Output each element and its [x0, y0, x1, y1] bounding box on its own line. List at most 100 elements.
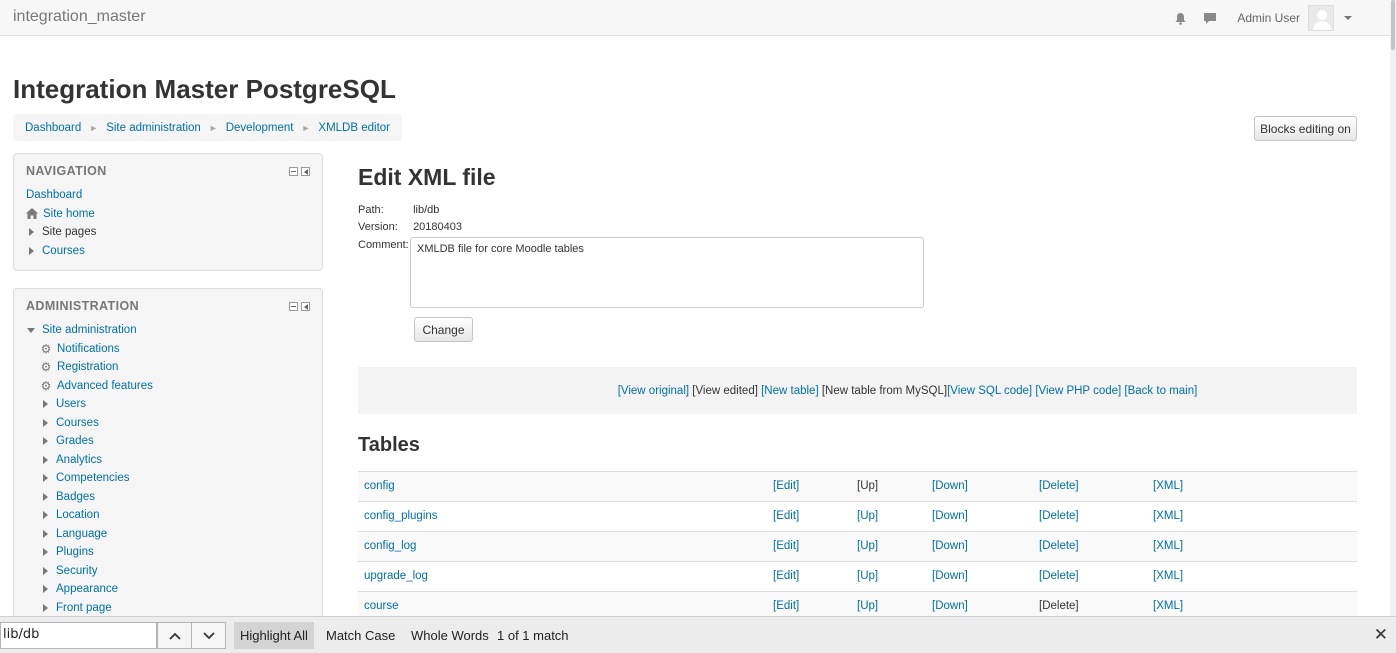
collapse-icon[interactable]: [27, 327, 35, 333]
admin-item-advanced-features[interactable]: ⚙ Advanced features: [26, 377, 153, 396]
admin-item-label[interactable]: Courses: [56, 417, 99, 429]
admin-item-label[interactable]: Site administration: [42, 324, 137, 336]
xml-link[interactable]: [XML]: [1153, 510, 1183, 522]
expand-icon[interactable]: [43, 585, 48, 594]
admin-item-label[interactable]: Advanced features: [57, 380, 153, 392]
new-table-link[interactable]: [New table]: [761, 385, 819, 397]
expand-icon[interactable]: [43, 400, 48, 409]
blocks-editing-button[interactable]: Blocks editing on: [1254, 116, 1357, 141]
minimize-icon[interactable]: [289, 302, 298, 311]
admin-item-notifications[interactable]: ⚙ Notifications: [26, 340, 153, 359]
nav-item-label[interactable]: Courses: [42, 245, 85, 257]
find-input[interactable]: lib/db: [0, 622, 157, 649]
down-link[interactable]: [Down]: [932, 540, 968, 552]
nav-item-courses[interactable]: Courses: [26, 242, 96, 261]
highlight-all-toggle[interactable]: Highlight All: [234, 622, 314, 649]
view-sql-code-link[interactable]: [View SQL code]: [947, 385, 1032, 397]
comment-textarea[interactable]: XMLDB file for core Moodle tables: [410, 237, 924, 308]
edit-link[interactable]: [Edit]: [773, 480, 799, 492]
admin-item-label[interactable]: Users: [56, 398, 86, 410]
xml-link[interactable]: [XML]: [1153, 570, 1183, 582]
nav-item-label[interactable]: Site home: [43, 208, 95, 220]
minimize-icon[interactable]: [289, 167, 298, 176]
breadcrumb-xmldb-editor[interactable]: XMLDB editor: [318, 122, 390, 134]
down-link[interactable]: [Down]: [932, 480, 968, 492]
admin-item-badges[interactable]: Badges: [26, 488, 153, 507]
message-icon[interactable]: [1195, 4, 1225, 32]
table-name-link[interactable]: config_plugins: [364, 510, 438, 522]
edit-link[interactable]: [Edit]: [773, 570, 799, 582]
expand-icon[interactable]: [43, 474, 48, 483]
breadcrumb-development[interactable]: Development: [226, 122, 294, 134]
up-link[interactable]: [Up]: [857, 570, 878, 582]
table-name-link[interactable]: config_log: [364, 540, 416, 552]
view-php-code-link[interactable]: [View PHP code]: [1035, 385, 1121, 397]
nav-item-site-pages[interactable]: Site pages: [26, 223, 96, 242]
admin-item-label[interactable]: Location: [56, 509, 99, 521]
xml-link[interactable]: [XML]: [1153, 600, 1183, 612]
admin-item-label[interactable]: Analytics: [56, 454, 102, 466]
admin-item-site-administration[interactable]: Site administration: [26, 321, 153, 340]
breadcrumb-dashboard[interactable]: Dashboard: [25, 122, 81, 134]
up-link[interactable]: [Up]: [857, 600, 878, 612]
breadcrumb-site-administration[interactable]: Site administration: [106, 122, 201, 134]
back-to-main-link[interactable]: [Back to main]: [1124, 385, 1197, 397]
admin-item-label[interactable]: Appearance: [56, 583, 118, 595]
edit-link[interactable]: [Edit]: [773, 540, 799, 552]
edit-link[interactable]: [Edit]: [773, 510, 799, 522]
down-link[interactable]: [Down]: [932, 570, 968, 582]
admin-item-registration[interactable]: ⚙ Registration: [26, 358, 153, 377]
dock-icon[interactable]: [301, 167, 310, 176]
expand-icon[interactable]: [43, 511, 48, 520]
bell-icon[interactable]: [1165, 4, 1195, 32]
delete-link[interactable]: [Delete]: [1039, 570, 1079, 582]
admin-item-analytics[interactable]: Analytics: [26, 451, 153, 470]
find-next-button[interactable]: [191, 622, 226, 649]
expand-icon[interactable]: [29, 246, 34, 255]
xml-link[interactable]: [XML]: [1153, 540, 1183, 552]
nav-item-site-home[interactable]: Site home: [26, 205, 96, 224]
delete-link[interactable]: [Delete]: [1039, 510, 1079, 522]
admin-item-competencies[interactable]: Competencies: [26, 469, 153, 488]
admin-item-label[interactable]: Registration: [57, 361, 118, 373]
admin-item-front-page[interactable]: Front page: [26, 599, 153, 618]
expand-icon[interactable]: [43, 529, 48, 538]
admin-item-label[interactable]: Language: [56, 528, 107, 540]
dock-icon[interactable]: [301, 302, 310, 311]
down-link[interactable]: [Down]: [932, 510, 968, 522]
expand-icon[interactable]: [43, 492, 48, 501]
scrollbar-thumb[interactable]: [1391, 0, 1395, 50]
xml-link[interactable]: [XML]: [1153, 480, 1183, 492]
edit-link[interactable]: [Edit]: [773, 600, 799, 612]
expand-icon[interactable]: [29, 228, 34, 237]
table-name-link[interactable]: course: [364, 600, 399, 612]
table-name-link[interactable]: upgrade_log: [364, 570, 428, 582]
admin-item-language[interactable]: Language: [26, 525, 153, 544]
nav-item-label[interactable]: Site pages: [42, 226, 96, 238]
admin-item-label[interactable]: Front page: [56, 602, 112, 614]
whole-words-toggle[interactable]: Whole Words: [405, 622, 495, 649]
chevron-down-icon[interactable]: [1344, 16, 1352, 20]
expand-icon[interactable]: [43, 548, 48, 557]
match-case-toggle[interactable]: Match Case: [320, 622, 401, 649]
admin-item-label[interactable]: Security: [56, 565, 98, 577]
user-name[interactable]: Admin User: [1237, 11, 1300, 25]
site-brand[interactable]: integration_master: [13, 8, 146, 26]
admin-item-appearance[interactable]: Appearance: [26, 580, 153, 599]
admin-item-label[interactable]: Badges: [56, 491, 95, 503]
admin-item-plugins[interactable]: Plugins: [26, 543, 153, 562]
nav-item-dashboard[interactable]: Dashboard: [26, 186, 96, 205]
up-link[interactable]: [Up]: [857, 510, 878, 522]
close-icon[interactable]: ✕: [1374, 625, 1388, 645]
admin-item-users[interactable]: Users: [26, 395, 153, 414]
delete-link[interactable]: [Delete]: [1039, 540, 1079, 552]
view-original-link[interactable]: [View original]: [618, 385, 689, 397]
expand-icon[interactable]: [43, 566, 48, 575]
change-button[interactable]: Change: [414, 317, 473, 342]
admin-item-label[interactable]: Competencies: [56, 472, 130, 484]
down-link[interactable]: [Down]: [932, 600, 968, 612]
avatar[interactable]: [1308, 5, 1334, 31]
delete-link[interactable]: [Delete]: [1039, 480, 1079, 492]
admin-item-label[interactable]: Plugins: [56, 546, 94, 558]
expand-icon[interactable]: [43, 418, 48, 427]
